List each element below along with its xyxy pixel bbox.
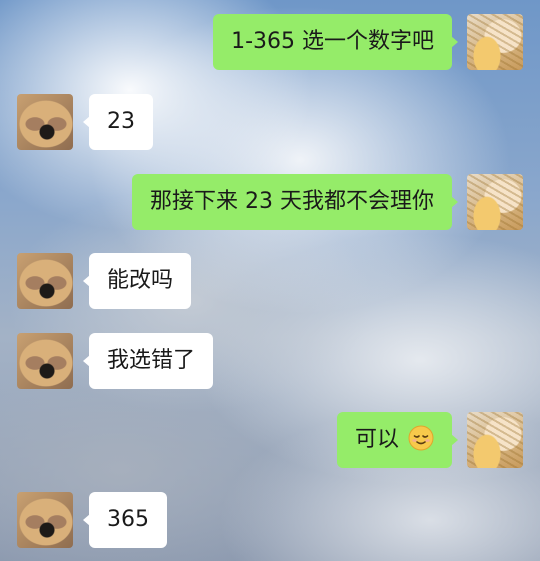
dog-avatar[interactable]: [17, 253, 73, 309]
message-row-outgoing: 1-365 选一个数字吧: [0, 14, 540, 72]
message-text: 可以: [354, 427, 399, 452]
message-row-incoming: 23: [0, 94, 540, 152]
message-bubble[interactable]: 365: [83, 492, 167, 548]
relieved-face-emoji: [408, 425, 434, 451]
dog-avatar[interactable]: [17, 492, 73, 548]
cat-avatar[interactable]: [467, 174, 523, 230]
message-text: 能改吗: [107, 268, 174, 293]
message-bubble[interactable]: 23: [83, 94, 153, 150]
message-bubble[interactable]: 可以: [336, 412, 459, 468]
message-row-incoming: 能改吗: [0, 253, 540, 311]
cat-avatar[interactable]: [467, 14, 523, 70]
message-row-incoming: 365: [0, 492, 540, 550]
message-row-incoming: 我选错了: [0, 333, 540, 391]
cat-avatar[interactable]: [467, 412, 523, 468]
message-text: 23: [107, 109, 135, 134]
dog-avatar[interactable]: [17, 333, 73, 389]
chat-area: 1-365 选一个数字吧 23 那接下来 23 天我都不会理你 能改吗 我选错了…: [0, 0, 540, 561]
dog-avatar[interactable]: [17, 94, 73, 150]
message-bubble[interactable]: 能改吗: [82, 253, 192, 309]
message-text: 我选错了: [107, 348, 196, 373]
message-text: 365: [107, 507, 149, 532]
message-bubble[interactable]: 我选错了: [82, 333, 214, 389]
message-text: 1-365 选一个数字吧: [231, 29, 434, 54]
message-row-outgoing: 那接下来 23 天我都不会理你: [0, 174, 540, 232]
message-text: 那接下来 23 天我都不会理你: [150, 189, 434, 214]
message-row-outgoing: 可以: [0, 412, 540, 470]
message-bubble[interactable]: 那接下来 23 天我都不会理你: [132, 174, 458, 230]
message-bubble[interactable]: 1-365 选一个数字吧: [213, 14, 458, 70]
